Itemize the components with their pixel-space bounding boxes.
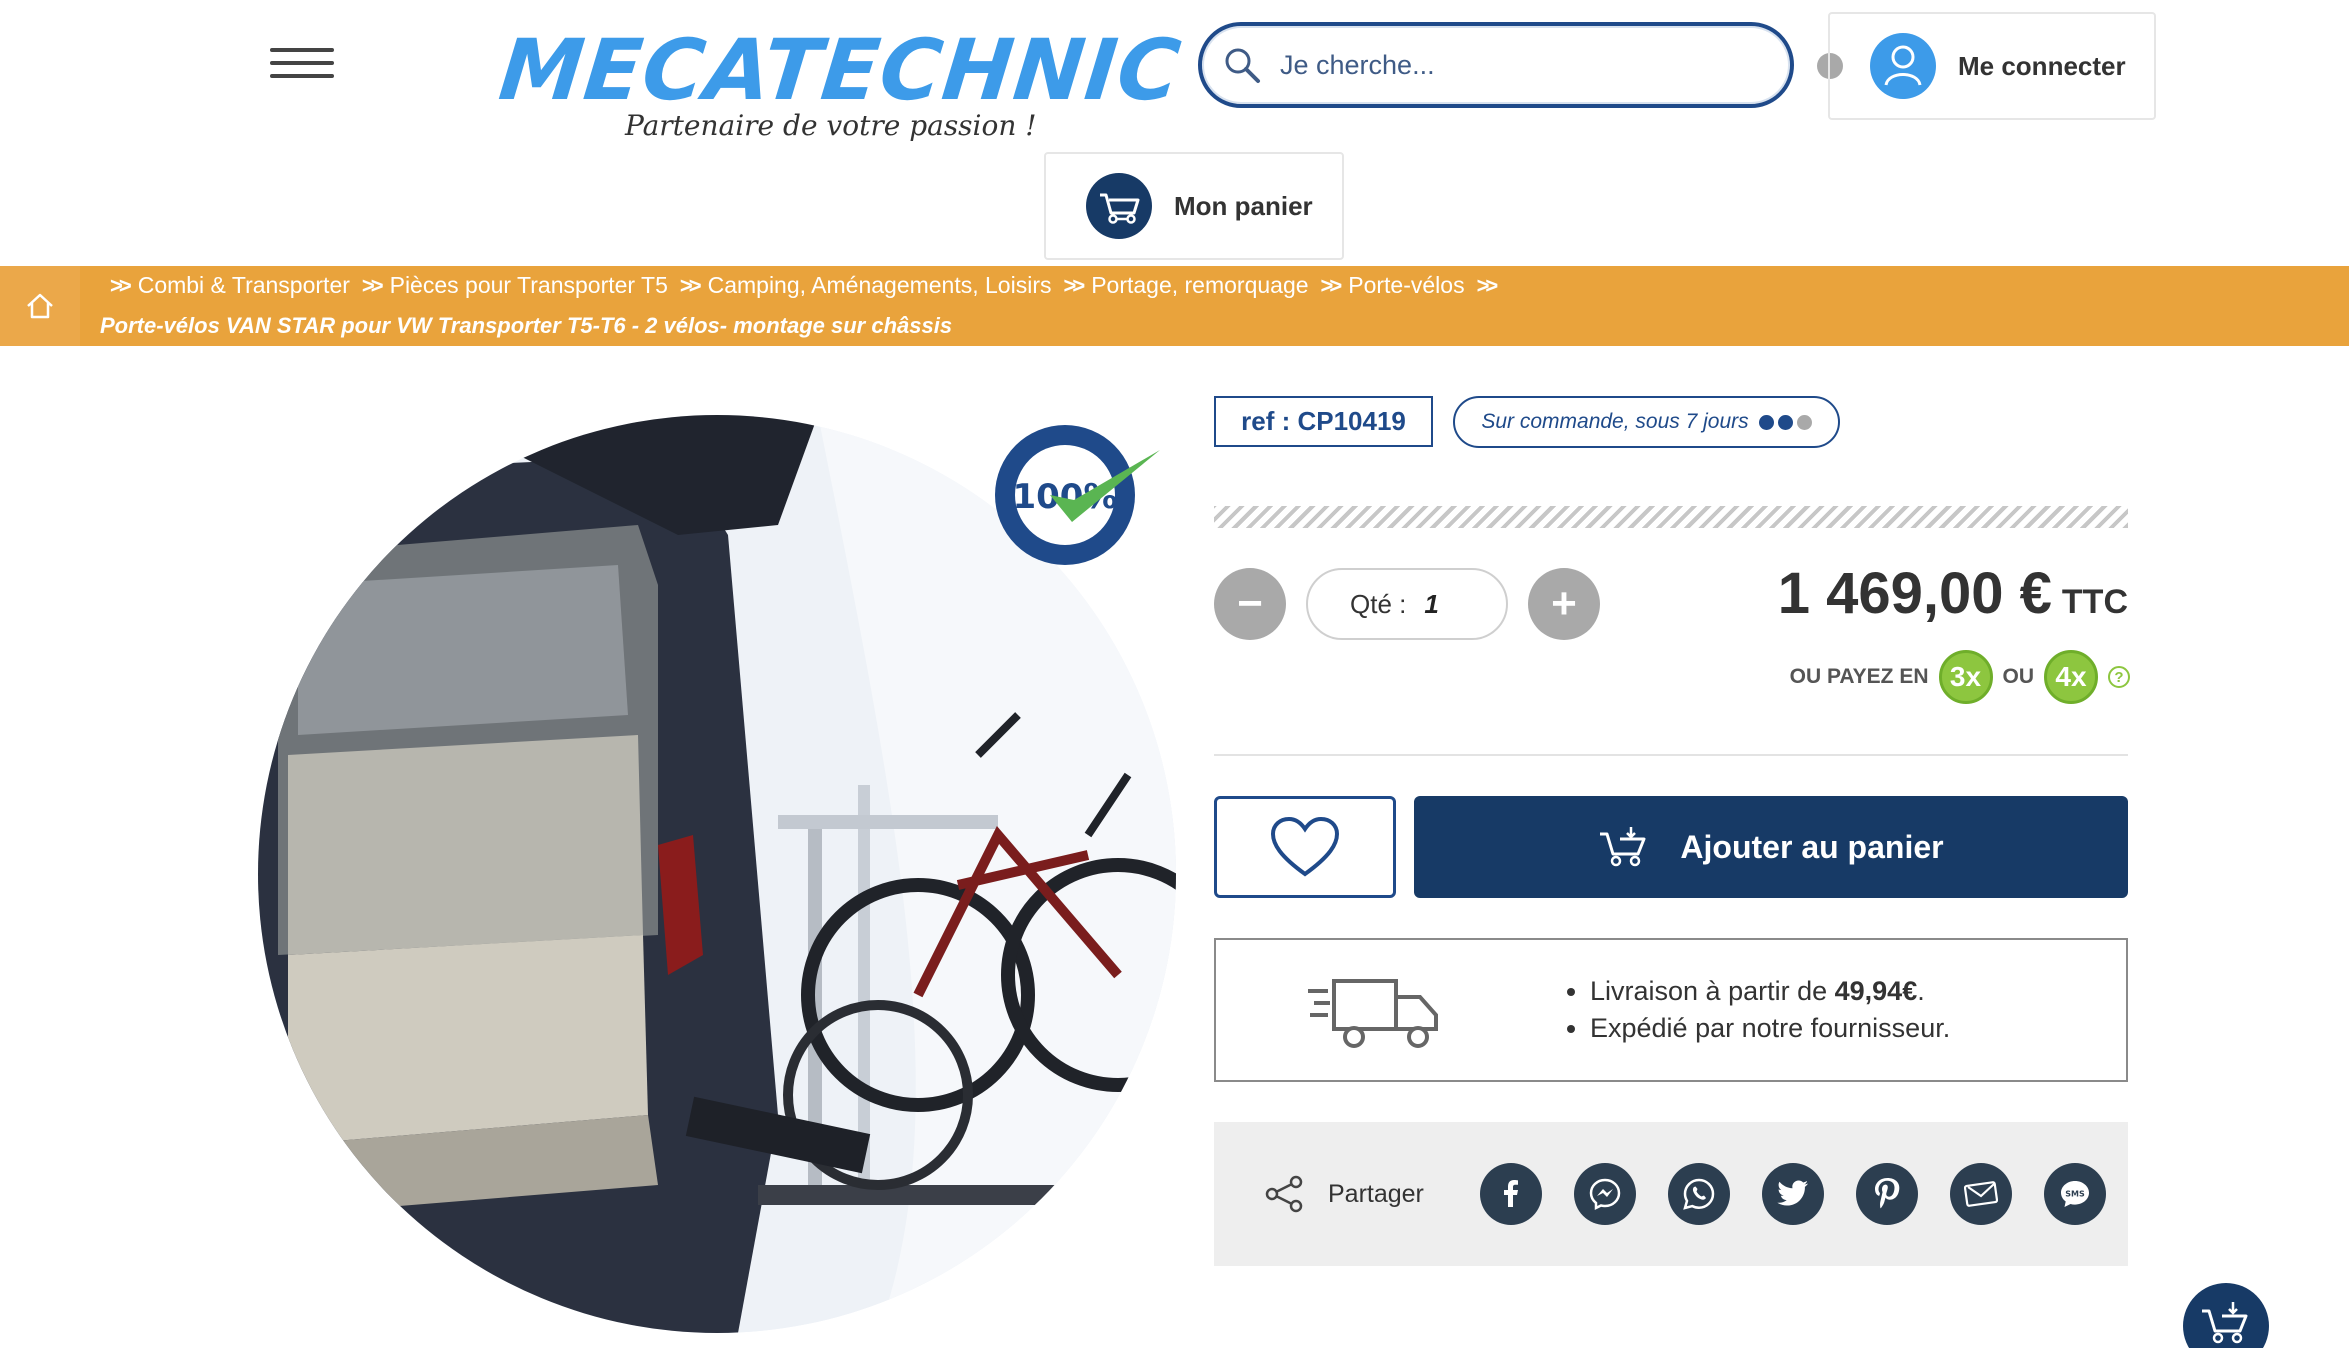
sms-icon[interactable]: SMS: [2043, 1163, 2106, 1225]
svg-text:SMS: SMS: [2065, 1190, 2085, 1199]
breadcrumb-current: Porte-vélos VAN STAR pour VW Transporter…: [100, 313, 953, 338]
quantity-field: Qté :: [1306, 568, 1508, 640]
hatched-divider: [1214, 506, 2128, 528]
chevron-double-icon: >>: [361, 272, 384, 298]
twitter-icon[interactable]: [1761, 1163, 1824, 1225]
shipping-cost-item: Livraison à partir de 49,94€.: [1590, 976, 1950, 1007]
search-icon[interactable]: [1222, 45, 1262, 85]
floating-cart-button[interactable]: [2183, 1283, 2269, 1348]
shipping-list: Livraison à partir de 49,94€. Expédié pa…: [1562, 970, 1950, 1050]
breadcrumb-item[interactable]: Camping, Aménagements, Loisirs: [708, 272, 1052, 299]
share-icons: SMS: [1479, 1163, 2106, 1225]
search-bar: [1198, 22, 1794, 108]
chevron-double-icon: >>: [1320, 272, 1343, 298]
email-icon[interactable]: [1949, 1163, 2012, 1225]
cart-label: Mon panier: [1174, 190, 1313, 221]
add-to-cart-label: Ajouter au panier: [1680, 828, 1944, 865]
availability-dot: [1758, 414, 1774, 430]
share-label: Partager: [1328, 1179, 1424, 1208]
availability-badge: Sur commande, sous 7 jours: [1453, 396, 1840, 448]
share-section: Partager SMS: [1214, 1122, 2128, 1266]
installment-4x-badge[interactable]: 4x: [2044, 650, 2098, 704]
quality-badge: 100%: [990, 420, 1170, 570]
breadcrumb-item[interactable]: Porte-vélos: [1348, 272, 1464, 299]
add-to-cart-button[interactable]: Ajouter au panier: [1414, 796, 2128, 898]
section-divider: [1214, 754, 2128, 756]
share-icon: [1264, 1174, 1304, 1214]
search-input[interactable]: [1280, 49, 1760, 81]
delivery-truck-icon: [1306, 967, 1442, 1053]
login-label: Me connecter: [1958, 50, 2126, 81]
logo-text: MECATECHNIC: [494, 21, 1186, 119]
price-suffix: TTC: [2061, 583, 2128, 621]
home-link[interactable]: [0, 266, 80, 346]
qty-decrease-button[interactable]: −: [1214, 568, 1286, 640]
product-price: 1 469,00 € TTC: [1778, 560, 2128, 627]
product-ref: ref : CP10419: [1214, 396, 1433, 447]
menu-button[interactable]: [270, 48, 334, 86]
installments-row: OU PAYEZ EN 3x OU 4x ?: [1790, 650, 2130, 704]
minus-icon: −: [1237, 579, 1263, 628]
facebook-icon[interactable]: [1479, 1163, 1542, 1225]
installment-3x-badge[interactable]: 3x: [1938, 650, 1993, 704]
cart-add-icon: [1598, 826, 1650, 868]
installments-label: OU PAYEZ EN: [1789, 665, 1929, 688]
breadcrumb-item[interactable]: Combi & Transporter: [138, 272, 350, 299]
home-icon: [25, 292, 55, 320]
breadcrumb: >> Combi & Transporter >> Pièces pour Tr…: [104, 272, 1504, 299]
breadcrumb-item[interactable]: Pièces pour Transporter T5: [390, 272, 668, 299]
qty-label: Qté :: [1350, 588, 1407, 619]
pinterest-icon[interactable]: [1855, 1163, 1918, 1225]
installments-or: OU: [2002, 665, 2035, 688]
shipping-origin-item: Expédié par notre fournisseur.: [1590, 1013, 1950, 1044]
chevron-double-icon: >>: [110, 272, 132, 298]
whatsapp-icon[interactable]: [1667, 1163, 1730, 1225]
quantity-input[interactable]: [1424, 588, 1475, 620]
availability-dot: [1777, 414, 1793, 430]
heart-icon: [1270, 816, 1340, 878]
cart-button[interactable]: Mon panier: [1044, 152, 1344, 260]
chevron-double-icon: >>: [1063, 272, 1085, 298]
hamburger-icon: [270, 48, 334, 52]
chevron-double-icon: >>: [679, 272, 702, 298]
price-value: 1 469,00 €: [1777, 561, 2052, 626]
availability-dots: [1758, 414, 1812, 430]
site-logo[interactable]: MECATECHNIC Partenaire de votre passion …: [495, 21, 1186, 145]
cart-icon: [1086, 173, 1152, 239]
breadcrumb-item[interactable]: Portage, remorquage: [1091, 272, 1308, 299]
availability-dot: [1796, 414, 1812, 430]
wishlist-button[interactable]: [1214, 796, 1396, 898]
plus-icon: +: [1551, 579, 1577, 628]
messenger-icon[interactable]: [1573, 1163, 1636, 1225]
qty-increase-button[interactable]: +: [1528, 568, 1600, 640]
help-icon[interactable]: ?: [2108, 666, 2130, 688]
cart-icon: [2200, 1301, 2252, 1345]
availability-text: Sur commande, sous 7 jours: [1481, 410, 1749, 433]
user-icon: [1870, 33, 1936, 99]
login-button[interactable]: Me connecter: [1828, 12, 2156, 120]
shipping-info: Livraison à partir de 49,94€. Expédié pa…: [1214, 938, 2128, 1082]
chevron-double-icon: >>: [1476, 272, 1499, 298]
